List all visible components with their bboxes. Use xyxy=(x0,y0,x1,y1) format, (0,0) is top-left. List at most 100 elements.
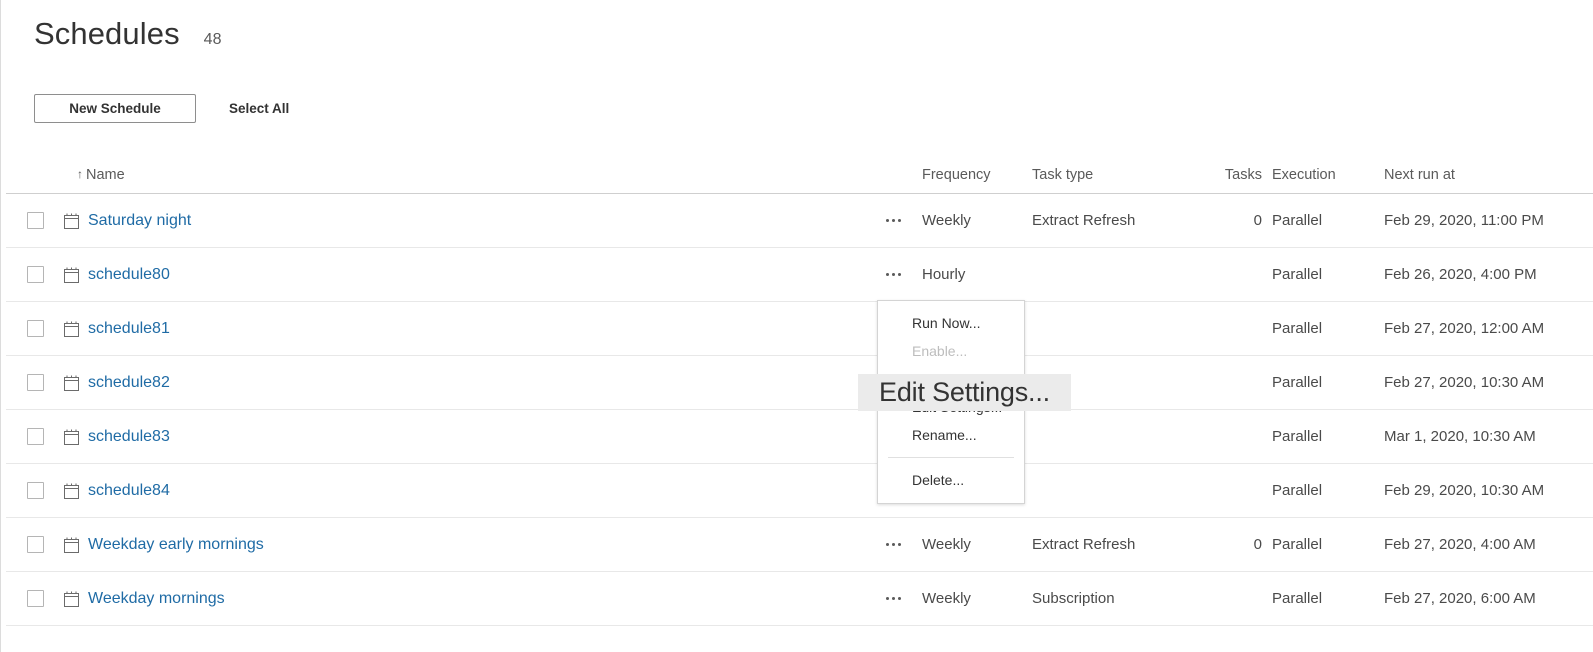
row-next-run-at: Feb 27, 2020, 6:00 AM xyxy=(1384,590,1536,607)
row-execution: Parallel xyxy=(1272,536,1323,553)
row-name-cell: schedule80 xyxy=(64,266,864,284)
row-checkbox[interactable] xyxy=(26,482,44,499)
row-checkbox[interactable] xyxy=(26,320,44,337)
row-name-cell: Weekday mornings xyxy=(64,590,864,608)
row-execution: Parallel xyxy=(1272,374,1323,391)
row-task-type: Subscription xyxy=(1032,590,1115,607)
sort-ascending-icon: ↑ xyxy=(77,167,83,181)
new-schedule-button[interactable]: New Schedule xyxy=(34,94,196,123)
toolbar: New Schedule Select All xyxy=(34,94,289,123)
calendar-icon xyxy=(64,537,79,553)
schedule-name-link[interactable]: schedule83 xyxy=(88,428,170,446)
row-actions-menu-icon[interactable] xyxy=(884,267,903,282)
row-frequency: Hourly xyxy=(922,266,966,283)
row-execution: Parallel xyxy=(1272,212,1323,229)
calendar-icon xyxy=(64,483,79,499)
row-frequency: Weekly xyxy=(922,212,971,229)
row-checkbox[interactable] xyxy=(26,590,44,607)
calendar-icon xyxy=(64,375,79,391)
column-header-task-type[interactable]: Task type xyxy=(1032,167,1200,183)
schedule-name-link[interactable]: schedule81 xyxy=(88,320,170,338)
row-next-run-at: Feb 27, 2020, 12:00 AM xyxy=(1384,320,1545,337)
schedule-name-link[interactable]: Weekday mornings xyxy=(88,590,225,608)
calendar-icon xyxy=(64,213,79,229)
column-header-name[interactable]: ↑ Name xyxy=(64,167,864,183)
row-checkbox-cell xyxy=(6,428,64,445)
row-tasks-count: 0 xyxy=(1253,212,1262,229)
row-next-run-at: Feb 26, 2020, 4:00 PM xyxy=(1384,266,1537,283)
row-next-run-at: Feb 27, 2020, 10:30 AM xyxy=(1384,374,1545,391)
calendar-icon xyxy=(64,591,79,607)
row-execution: Parallel xyxy=(1272,428,1323,445)
schedules-table: ↑ Name Frequency Task type Tasks Executio… xyxy=(6,148,1593,626)
row-name-cell: Weekday early mornings xyxy=(64,536,864,554)
row-checkbox-cell xyxy=(6,536,64,553)
table-row[interactable]: schedule83 Parallel Mar 1, 2020, 10:30 AM xyxy=(6,410,1593,464)
row-name-cell: schedule81 xyxy=(64,320,864,338)
table-body: Saturday night Weekly Extract Refresh 0 Para… xyxy=(6,194,1593,626)
row-checkbox-cell xyxy=(6,320,64,337)
row-checkbox[interactable] xyxy=(26,266,44,283)
table-row[interactable]: schedule81 Parallel Feb 27, 2020, 12:00 AM xyxy=(6,302,1593,356)
context-menu-item-run-now[interactable]: Run Now... xyxy=(878,309,1024,337)
row-next-run-at: Mar 1, 2020, 10:30 AM xyxy=(1384,428,1536,445)
row-frequency: Weekly xyxy=(922,590,971,607)
table-row[interactable]: Weekday mornings Weekly Subscription Parall… xyxy=(6,572,1593,626)
row-checkbox-cell xyxy=(6,482,64,499)
column-header-frequency[interactable]: Frequency xyxy=(922,167,1032,183)
context-menu-separator xyxy=(888,457,1014,458)
schedule-name-link[interactable]: schedule80 xyxy=(88,266,170,284)
column-header-name-label: Name xyxy=(86,167,125,183)
schedule-name-link[interactable]: Weekday early mornings xyxy=(88,536,264,554)
row-checkbox[interactable] xyxy=(26,536,44,553)
magnified-edit-settings-label[interactable]: Edit Settings... xyxy=(858,374,1071,411)
row-checkbox-cell xyxy=(6,266,64,283)
row-name-cell: schedule83 xyxy=(64,428,864,446)
schedule-name-link[interactable]: Saturday night xyxy=(88,212,191,230)
row-actions-cell xyxy=(864,213,922,228)
row-actions-menu-icon[interactable] xyxy=(884,591,903,606)
row-task-type: Extract Refresh xyxy=(1032,212,1136,229)
row-actions-cell xyxy=(864,267,922,282)
table-row[interactable]: schedule84 Parallel Feb 29, 2020, 10:30 AM xyxy=(6,464,1593,518)
row-checkbox[interactable] xyxy=(26,212,44,229)
calendar-icon xyxy=(64,267,79,283)
row-checkbox-cell xyxy=(6,374,64,391)
row-actions-menu-icon[interactable] xyxy=(884,213,903,228)
column-header-execution[interactable]: Execution xyxy=(1262,167,1374,183)
row-next-run-at: Feb 27, 2020, 4:00 AM xyxy=(1384,536,1536,553)
table-header-row: ↑ Name Frequency Task type Tasks Executio… xyxy=(6,148,1593,194)
schedule-name-link[interactable]: schedule84 xyxy=(88,482,170,500)
row-actions-cell xyxy=(864,591,922,606)
page-title: Schedules xyxy=(34,16,180,51)
table-row[interactable]: schedule80 Hourly Parallel Feb 26, 2020, 4:… xyxy=(6,248,1593,302)
context-menu-item-enable: Enable... xyxy=(912,343,968,359)
row-name-cell: schedule82 xyxy=(64,374,864,392)
table-row[interactable]: Weekday early mornings Weekly Extract Refr… xyxy=(6,518,1593,572)
select-all-button[interactable]: Select All xyxy=(229,101,289,116)
context-menu-item-rename[interactable]: Rename... xyxy=(878,421,1024,449)
row-execution: Parallel xyxy=(1272,320,1323,337)
schedules-page: Schedules 48 New Schedule Select All ↑ Na… xyxy=(0,0,1593,652)
row-actions-menu-icon[interactable] xyxy=(884,537,903,552)
row-next-run-at: Feb 29, 2020, 10:30 AM xyxy=(1384,482,1545,499)
row-execution: Parallel xyxy=(1272,482,1323,499)
row-next-run-at: Feb 29, 2020, 11:00 PM xyxy=(1384,212,1544,229)
row-checkbox[interactable] xyxy=(26,428,44,445)
row-task-type: Extract Refresh xyxy=(1032,536,1136,553)
schedules-count: 48 xyxy=(203,31,222,48)
row-name-cell: Saturday night xyxy=(64,212,864,230)
column-header-tasks[interactable]: Tasks xyxy=(1200,167,1262,183)
table-row[interactable]: Saturday night Weekly Extract Refresh 0 Para… xyxy=(6,194,1593,248)
context-menu-item-delete[interactable]: Delete... xyxy=(878,466,1024,494)
row-actions-cell xyxy=(864,537,922,552)
table-row[interactable]: schedule82 Parallel Feb 27, 2020, 10:30 AM xyxy=(6,356,1593,410)
schedule-name-link[interactable]: schedule82 xyxy=(88,374,170,392)
calendar-icon xyxy=(64,429,79,445)
column-header-next-run-at[interactable]: Next run at xyxy=(1374,167,1593,183)
row-execution: Parallel xyxy=(1272,266,1323,283)
row-name-cell: schedule84 xyxy=(64,482,864,500)
row-checkbox[interactable] xyxy=(26,374,44,391)
row-execution: Parallel xyxy=(1272,590,1323,607)
row-checkbox-cell xyxy=(6,212,64,229)
